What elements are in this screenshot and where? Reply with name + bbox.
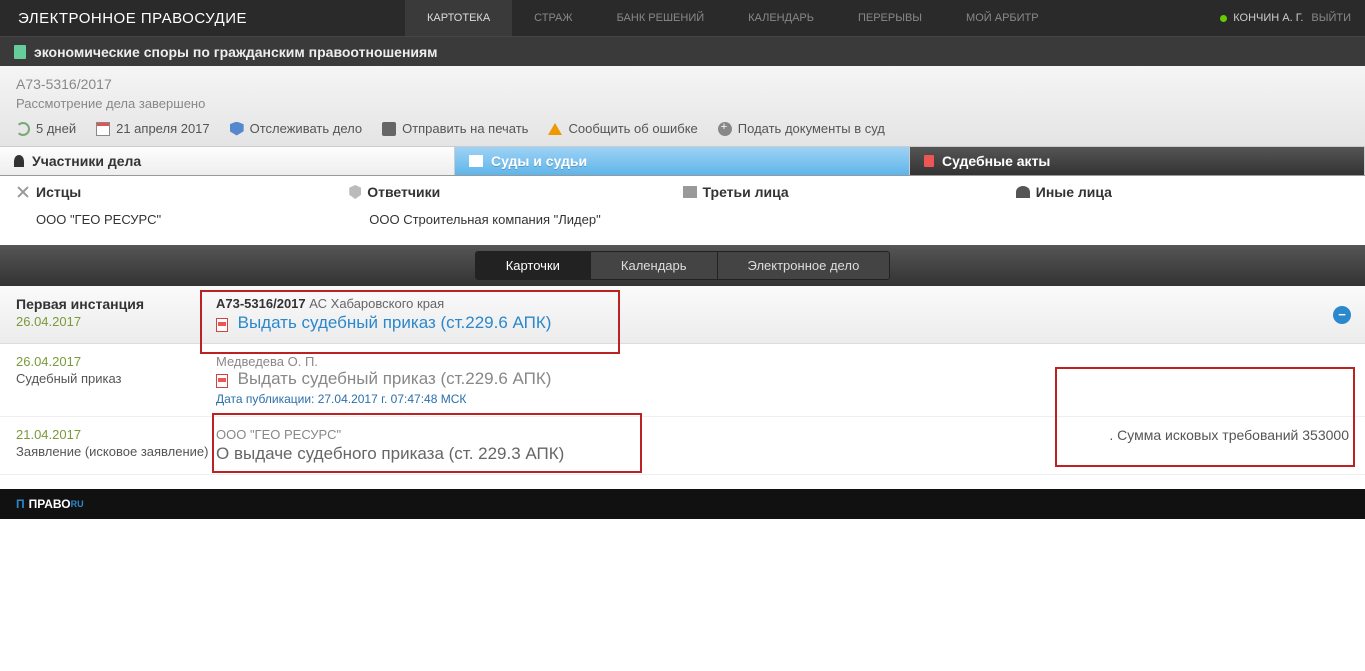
case-category-bar: экономические споры по гражданским право…: [0, 36, 1365, 66]
case-number: А73-5316/2017: [16, 76, 1349, 92]
logout-link[interactable]: ВЫЙТИ: [1311, 12, 1351, 24]
event-row-2: 21.04.2017 Заявление (исковое заявление)…: [0, 417, 1365, 475]
col-third-parties: Третьи лица: [683, 184, 1016, 227]
section-tabs: Участники дела Суды и судьи Судебные акт…: [0, 147, 1365, 176]
action-date[interactable]: 21 апреля 2017: [96, 121, 210, 136]
case-info-panel: А73-5316/2017 Рассмотрение дела завершен…: [0, 66, 1365, 147]
footer-bar: П ПРАВО RU: [0, 489, 1365, 519]
event-row-1: 26.04.2017 Судебный приказ Медведева О. …: [0, 344, 1365, 417]
track-label: Отслеживать дело: [250, 121, 362, 136]
castle-icon: [683, 186, 697, 198]
nav-strazh[interactable]: СТРАЖ: [512, 0, 594, 36]
row1-body: Медведева О. П. Выдать судебный приказ (…: [216, 354, 1349, 406]
persons-icon: [1016, 186, 1030, 198]
nav-kartoteka[interactable]: КАРТОТЕКА: [405, 0, 512, 36]
pdf-icon[interactable]: [216, 374, 228, 388]
instance-body: А73-5316/2017 АС Хабаровского края Выдат…: [216, 296, 1349, 333]
action-days[interactable]: 5 дней: [16, 121, 76, 136]
document-red-icon: [924, 155, 934, 167]
action-track[interactable]: Отслеживать дело: [230, 121, 362, 136]
calendar-icon: [96, 122, 110, 136]
action-print[interactable]: Отправить на печать: [382, 121, 528, 136]
col-plaintiffs: Истцы ООО "ГЕО РЕСУРС": [16, 184, 349, 227]
footer-brand[interactable]: ПРАВО: [29, 497, 71, 511]
col-other-parties: Иные лица: [1016, 184, 1349, 227]
defendant-name[interactable]: ООО Строительная компания "Лидер": [349, 212, 682, 227]
print-label: Отправить на печать: [402, 121, 528, 136]
instance-court: АС Хабаровского края: [309, 296, 444, 311]
row1-ruling-link[interactable]: Выдать судебный приказ (ст.229.6 АПК): [238, 369, 552, 388]
warning-icon: [548, 123, 562, 135]
footer-ru: RU: [71, 499, 84, 509]
person-icon: [14, 155, 24, 167]
case-category-text: экономические споры по гражданским право…: [34, 44, 438, 60]
submit-label: Подать документы в суд: [738, 121, 885, 136]
brand-title: ЭЛЕКТРОННОЕ ПРАВОСУДИЕ: [0, 0, 265, 36]
other-header: Иные лица: [1036, 184, 1112, 200]
nav-pereryvy[interactable]: ПЕРЕРЫВЫ: [836, 0, 944, 36]
spacer: [0, 475, 1365, 489]
instance-case-number: А73-5316/2017: [216, 296, 306, 311]
top-navbar: ЭЛЕКТРОННОЕ ПРАВОСУДИЕ КАРТОТЕКА СТРАЖ Б…: [0, 0, 1365, 36]
claim-sum: . Сумма исковых требований 353000: [1109, 427, 1349, 443]
days-label: 5 дней: [36, 121, 76, 136]
user-name[interactable]: КОНЧИН А. Г.: [1233, 12, 1303, 24]
pdf-icon[interactable]: [216, 318, 228, 332]
footer-mark-icon: П: [16, 497, 25, 511]
instance-header-row: Первая инстанция 26.04.2017 А73-5316/201…: [0, 286, 1365, 344]
plus-icon: [718, 122, 732, 136]
row1-left: 26.04.2017 Судебный приказ: [16, 354, 216, 406]
participants-grid: Истцы ООО "ГЕО РЕСУРС" Ответчики ООО Стр…: [0, 176, 1365, 245]
pill-cards[interactable]: Карточки: [476, 252, 591, 279]
view-mode-row: Карточки Календарь Электронное дело: [0, 245, 1365, 286]
action-report-error[interactable]: Сообщить об ошибке: [548, 121, 697, 136]
nav-bank[interactable]: БАНК РЕШЕНИЙ: [595, 0, 727, 36]
error-label: Сообщить об ошибке: [568, 121, 697, 136]
pill-calendar[interactable]: Календарь: [591, 252, 718, 279]
tab-courts-label: Суды и судьи: [491, 153, 587, 169]
tab-acts[interactable]: Судебные акты: [910, 147, 1365, 175]
print-icon: [382, 122, 396, 136]
swords-icon: [16, 185, 30, 199]
row2-title[interactable]: О выдаче судебного приказа (ст. 229.3 АП…: [216, 444, 1349, 464]
row2-type: Заявление (исковое заявление): [16, 444, 216, 459]
tab-courts[interactable]: Суды и судьи: [455, 147, 910, 175]
instance-left: Первая инстанция 26.04.2017: [16, 296, 216, 333]
action-submit-docs[interactable]: Подать документы в суд: [718, 121, 885, 136]
third-header: Третьи лица: [703, 184, 789, 200]
bank-icon: [469, 155, 483, 167]
case-status: Рассмотрение дела завершено: [16, 96, 1349, 111]
row2-date: 21.04.2017: [16, 427, 216, 442]
date-label: 21 апреля 2017: [116, 121, 210, 136]
row1-type: Судебный приказ: [16, 371, 216, 386]
row1-date: 26.04.2017: [16, 354, 216, 369]
tab-participants-label: Участники дела: [32, 153, 141, 169]
plaintiffs-header: Истцы: [36, 184, 81, 200]
tab-participants[interactable]: Участники дела: [0, 147, 455, 175]
nav-moyarbitr[interactable]: МОЙ АРБИТР: [944, 0, 1061, 36]
shield-icon: [230, 122, 244, 136]
pill-edoc[interactable]: Электронное дело: [718, 252, 890, 279]
row1-publication-date: Дата публикации: 27.04.2017 г. 07:47:48 …: [216, 392, 1349, 406]
instance-date: 26.04.2017: [16, 314, 216, 329]
col-defendants: Ответчики ООО Строительная компания "Лид…: [349, 184, 682, 227]
online-dot-icon: [1220, 15, 1227, 22]
refresh-icon: [16, 122, 30, 136]
instance-ruling-link[interactable]: Выдать судебный приказ (ст.229.6 АПК): [238, 313, 552, 332]
shield-gray-icon: [349, 185, 361, 199]
case-actions-row: 5 дней 21 апреля 2017 Отслеживать дело О…: [16, 121, 1349, 146]
view-mode-pills: Карточки Календарь Электронное дело: [475, 251, 891, 280]
nav-kalendar[interactable]: КАЛЕНДАРЬ: [726, 0, 836, 36]
document-icon: [14, 45, 26, 59]
tab-acts-label: Судебные акты: [942, 153, 1050, 169]
main-nav: КАРТОТЕКА СТРАЖ БАНК РЕШЕНИЙ КАЛЕНДАРЬ П…: [405, 0, 1061, 36]
row1-judge: Медведева О. П.: [216, 354, 1349, 369]
collapse-button[interactable]: −: [1333, 306, 1351, 324]
instance-title: Первая инстанция: [16, 296, 216, 312]
row2-left: 21.04.2017 Заявление (исковое заявление): [16, 427, 216, 464]
plaintiff-name[interactable]: ООО "ГЕО РЕСУРС": [16, 212, 349, 227]
user-box: КОНЧИН А. Г. ВЫЙТИ: [1206, 0, 1365, 36]
defendants-header: Ответчики: [367, 184, 440, 200]
